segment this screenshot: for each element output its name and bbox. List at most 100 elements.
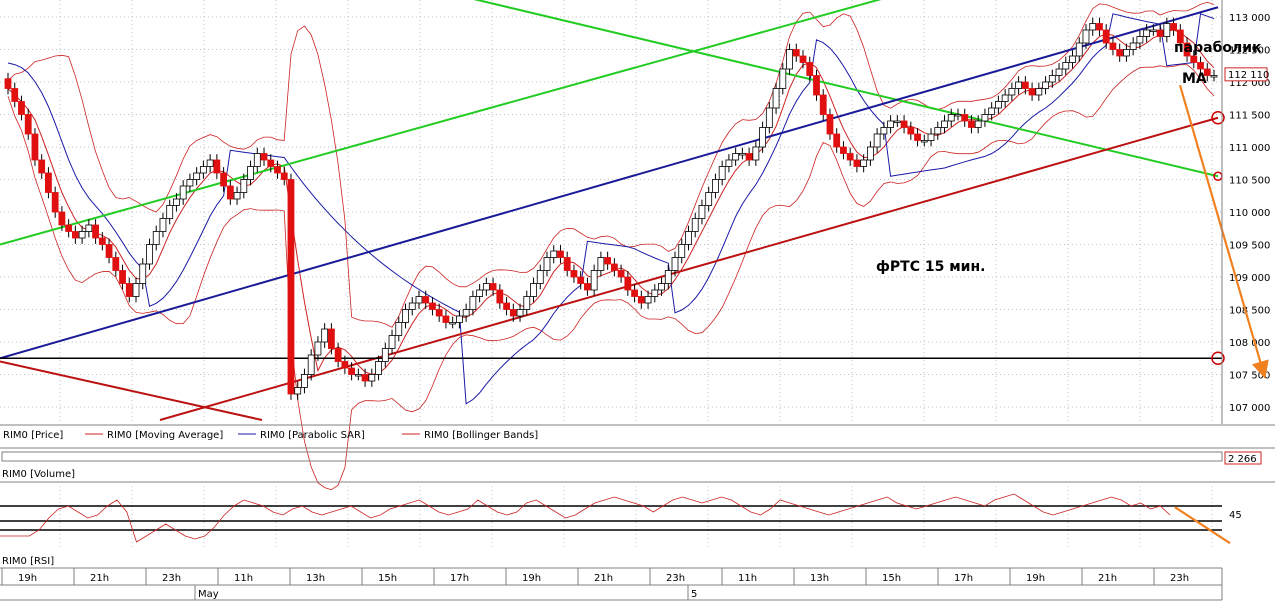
legend-bollinger-bands: RIM0 [Bollinger Bands] — [424, 430, 538, 441]
candle-down — [1109, 42, 1117, 50]
candle-down — [435, 309, 443, 317]
time-label: 15h — [882, 573, 901, 584]
time-label: 23h — [162, 573, 181, 584]
time-label: 13h — [810, 573, 829, 584]
candle-up — [85, 224, 93, 232]
candle-down — [617, 270, 625, 278]
candle-down — [274, 166, 281, 174]
candle-up — [927, 133, 935, 141]
candle-down — [745, 153, 753, 161]
candle-up — [1082, 29, 1090, 44]
candle-up — [934, 127, 942, 135]
candle-up — [658, 283, 665, 291]
candle-up — [152, 231, 160, 245]
candle-up — [1062, 62, 1070, 70]
candle-up — [166, 205, 174, 219]
time-label: 11h — [738, 573, 757, 584]
candle-up — [1149, 29, 1157, 32]
candle-up — [712, 179, 719, 193]
price-tick-label: 111 000 — [1229, 143, 1270, 154]
candle-down — [813, 75, 820, 96]
candle-up — [920, 140, 928, 143]
candle-down — [792, 49, 800, 57]
candle-up — [550, 250, 558, 258]
candle-down — [833, 133, 841, 148]
candle-down — [503, 302, 510, 310]
candle-up — [732, 153, 740, 161]
candle-down — [327, 328, 335, 349]
candle-up — [408, 302, 416, 310]
annotation-instrument: фРТС 15 мин. — [876, 259, 985, 275]
candle-up — [321, 328, 329, 343]
time-label: 13h — [306, 573, 325, 584]
candle-up — [974, 120, 982, 128]
candle-down — [1116, 49, 1124, 57]
candle-down — [496, 289, 504, 304]
candle-up — [536, 270, 544, 284]
candle-down — [577, 276, 585, 284]
candle-down — [1102, 29, 1110, 44]
annotation-ma: MA — [1182, 71, 1207, 87]
candle-down — [112, 257, 120, 271]
candle-up — [590, 270, 598, 291]
candle-down — [287, 179, 295, 395]
price-tick-label: 110 000 — [1229, 208, 1270, 219]
rsi-title: RIM0 [RSI] — [2, 556, 54, 567]
candle-up — [995, 101, 1002, 109]
candle-up — [253, 153, 261, 167]
candle-up — [462, 309, 470, 317]
candle-down — [1021, 81, 1029, 89]
candle-up — [644, 296, 652, 304]
candle-down — [509, 309, 517, 317]
candle-down — [92, 224, 99, 239]
candle-down — [631, 289, 638, 297]
time-label: 15h — [378, 573, 397, 584]
candle-up — [597, 257, 605, 271]
candle-down — [51, 192, 59, 213]
candle-up — [1143, 29, 1151, 37]
candle-down — [1096, 23, 1103, 31]
candle-down — [429, 302, 436, 310]
time-label: 17h — [954, 573, 973, 584]
candle-up — [1055, 68, 1063, 76]
candle-up — [206, 159, 214, 167]
candle-down — [610, 263, 618, 271]
candle-up — [146, 244, 153, 265]
candle-down — [213, 159, 221, 174]
time-label: 19h — [1026, 573, 1045, 584]
candle-up — [981, 114, 989, 122]
candle-down — [119, 270, 126, 284]
candle-up — [1001, 94, 1009, 102]
candle-up — [301, 374, 308, 388]
candle-up — [415, 296, 423, 304]
candle-down — [71, 231, 79, 239]
candle-down — [584, 283, 591, 291]
candle-down — [846, 153, 854, 161]
candle-up — [1075, 42, 1083, 57]
candle-up — [954, 114, 962, 117]
candle-up — [1163, 23, 1171, 37]
candle-up — [1123, 49, 1130, 57]
candle-up — [786, 49, 793, 70]
candle-up — [314, 341, 322, 356]
candle-up — [685, 231, 692, 245]
candle-up — [765, 107, 773, 128]
legend-price: RIM0 [Price] — [3, 430, 63, 441]
last-price-badge: 112 110 — [1224, 67, 1269, 82]
candle-up — [482, 283, 490, 291]
candle-up — [866, 146, 874, 161]
last-price-value: 112 110 — [1228, 70, 1269, 81]
candle-down — [907, 127, 915, 135]
candle-up — [1042, 81, 1049, 89]
candle-up — [1089, 23, 1097, 31]
candle-up — [395, 322, 403, 336]
candle-up — [887, 120, 895, 128]
candle-up — [240, 179, 248, 193]
legend-moving-average: RIM0 [Moving Average] — [107, 430, 223, 441]
candle-up — [725, 159, 733, 167]
candle-down — [341, 361, 349, 369]
time-label: 21h — [1098, 573, 1117, 584]
time-label: 23h — [666, 573, 685, 584]
candle-down — [280, 172, 288, 180]
time-label: 11h — [234, 573, 253, 584]
